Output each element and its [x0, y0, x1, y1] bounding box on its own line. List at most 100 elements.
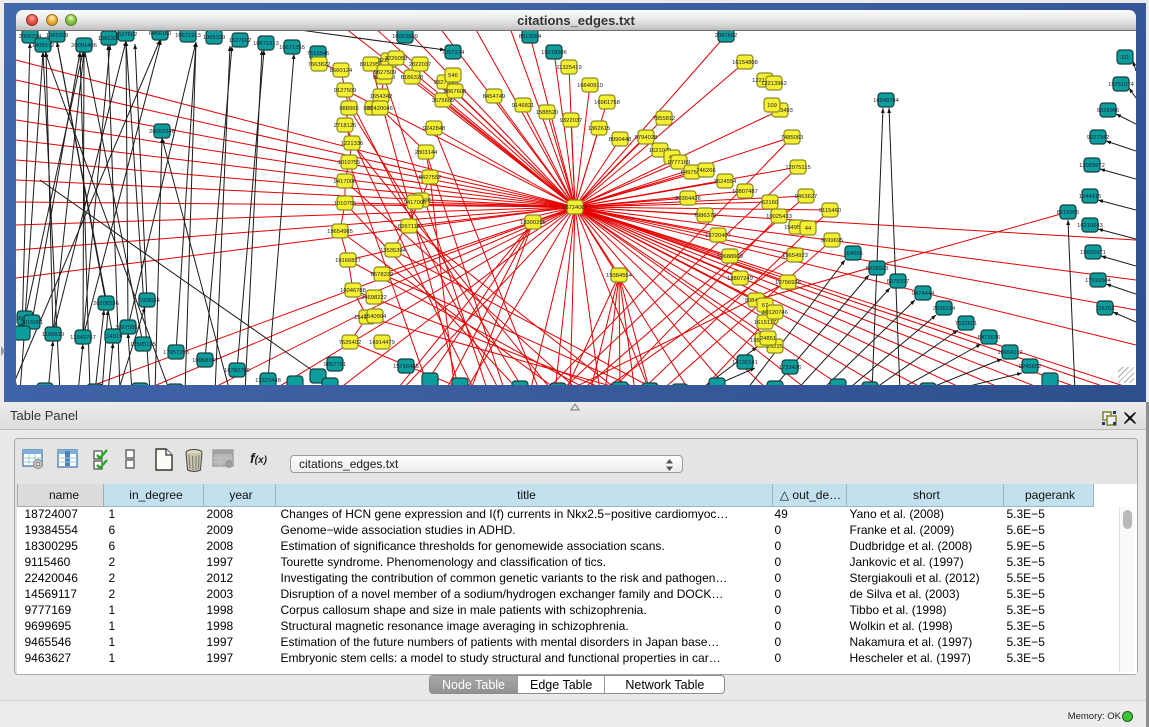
svg-text:12213962: 12213962 — [761, 81, 787, 87]
svg-text:1065329: 1065329 — [203, 35, 226, 41]
svg-text:16640910: 16640910 — [577, 83, 603, 89]
svg-text:1010755: 1010755 — [338, 160, 361, 166]
svg-text:114519: 114519 — [104, 334, 123, 340]
svg-text:12342757: 12342757 — [70, 335, 96, 341]
svg-text:2822037: 2822037 — [409, 62, 432, 68]
svg-text:8471676: 8471676 — [978, 335, 1001, 341]
svg-text:2867608: 2867608 — [444, 89, 467, 95]
svg-text:15716485: 15716485 — [393, 364, 419, 370]
svg-text:9794028: 9794028 — [635, 135, 658, 141]
svg-text:15751074: 15751074 — [1108, 82, 1135, 88]
svg-text:7625402: 7625402 — [339, 340, 362, 346]
svg-text:30975857: 30975857 — [115, 325, 141, 331]
svg-text:1362615: 1362615 — [588, 126, 611, 132]
svg-text:12975115: 12975115 — [785, 165, 810, 171]
svg-text:19384554: 19384554 — [606, 273, 633, 279]
svg-text:12323448: 12323448 — [255, 378, 281, 384]
svg-text:9127509: 9127509 — [334, 88, 357, 94]
svg-text:10025433: 10025433 — [766, 214, 792, 220]
svg-text:9463627: 9463627 — [795, 194, 818, 200]
svg-text:1156819: 1156819 — [42, 332, 64, 338]
svg-text:1733426: 1733426 — [779, 365, 802, 371]
svg-text:7663822: 7663822 — [308, 62, 331, 68]
svg-text:9146821: 9146821 — [512, 103, 535, 109]
svg-text:17359934: 17359934 — [134, 298, 161, 304]
svg-text:16648784: 16648784 — [873, 98, 900, 104]
svg-text:10756928: 10756928 — [775, 280, 801, 286]
svg-text:16046788: 16046788 — [340, 288, 366, 294]
svg-text:116753: 116753 — [1096, 306, 1115, 312]
svg-text:16210643: 16210643 — [1077, 223, 1103, 229]
svg-text:8990448: 8990448 — [609, 137, 632, 143]
svg-text:11325419: 11325419 — [556, 65, 581, 71]
svg-text:19654923: 19654923 — [782, 253, 808, 259]
svg-text:22420046: 22420046 — [367, 106, 393, 112]
svg-text:1244415: 1244415 — [1079, 194, 1102, 200]
svg-text:9417006: 9417006 — [334, 179, 357, 185]
svg-text:18724007: 18724007 — [562, 205, 588, 211]
svg-text:746266: 746266 — [696, 168, 715, 174]
svg-text:14136141: 14136141 — [732, 360, 758, 366]
svg-text:10958107: 10958107 — [192, 358, 218, 364]
svg-text:20091406: 20091406 — [71, 43, 97, 49]
svg-text:20206536: 20206536 — [93, 301, 119, 307]
svg-text:8678332: 8678332 — [371, 272, 394, 278]
svg-text:9245652: 9245652 — [1019, 364, 1042, 370]
svg-text:9417006: 9417006 — [404, 200, 427, 206]
svg-text:1527602: 1527602 — [229, 38, 252, 44]
svg-text:1527602: 1527602 — [115, 32, 138, 38]
svg-text:9227342: 9227342 — [1087, 135, 1110, 141]
svg-text:8454749: 8454749 — [483, 94, 506, 100]
svg-text:17016504: 17016504 — [1085, 278, 1112, 284]
svg-text:7955812: 7955812 — [653, 116, 676, 122]
svg-text:7986372: 7986372 — [694, 213, 717, 219]
svg-text:20364436: 20364436 — [675, 196, 701, 202]
svg-text:24851: 24851 — [760, 336, 776, 342]
svg-text:164095: 164095 — [843, 251, 862, 257]
svg-text:6466160: 6466160 — [149, 31, 172, 37]
svg-text:10688609: 10688609 — [717, 254, 743, 260]
svg-text:19218506: 19218506 — [541, 50, 567, 56]
svg-text:1615117: 1615117 — [754, 320, 776, 326]
svg-text:2803144: 2803144 — [415, 150, 438, 156]
svg-text:12505135: 12505135 — [130, 342, 156, 348]
svg-text:9827509: 9827509 — [374, 70, 397, 76]
svg-text:988965: 988965 — [339, 106, 358, 112]
svg-text:16961758: 16961758 — [594, 100, 620, 106]
svg-text:16154808: 16154808 — [732, 60, 758, 66]
svg-text:7632621: 7632621 — [955, 321, 978, 327]
svg-text:1065329: 1065329 — [46, 33, 69, 39]
svg-text:1405572: 1405572 — [32, 43, 55, 49]
svg-text:1010755: 1010755 — [334, 201, 357, 207]
svg-text:7357224: 7357224 — [442, 50, 465, 56]
svg-text:13535394: 13535394 — [380, 248, 407, 254]
svg-text:10654112: 10654112 — [997, 350, 1022, 356]
svg-text:1540994: 1540994 — [364, 314, 387, 320]
svg-text:546: 546 — [448, 73, 458, 79]
svg-text:2718126: 2718126 — [334, 123, 357, 129]
svg-text:10807487: 10807487 — [732, 189, 758, 195]
svg-text:9699695: 9699695 — [821, 238, 844, 244]
svg-text:44: 44 — [805, 226, 812, 232]
svg-text:8186328: 8186328 — [401, 75, 424, 81]
svg-text:16914479: 16914479 — [369, 340, 395, 346]
svg-text:9329966: 9329966 — [1097, 108, 1120, 114]
svg-text:3624554: 3624554 — [714, 179, 737, 185]
svg-text:8215955: 8215955 — [1057, 210, 1080, 216]
svg-text:109: 109 — [767, 103, 777, 109]
svg-text:62160: 62160 — [762, 200, 778, 206]
svg-text:8267110: 8267110 — [398, 224, 420, 230]
svg-text:15720407: 15720407 — [705, 233, 731, 239]
svg-text:9115460: 9115460 — [819, 208, 841, 214]
svg-text:8427552: 8427552 — [419, 175, 442, 181]
svg-text:9242848: 9242848 — [423, 126, 446, 132]
svg-text:2087682: 2087682 — [715, 33, 738, 39]
svg-text:18807249: 18807249 — [727, 276, 753, 282]
svg-text:10671913: 10671913 — [175, 33, 201, 39]
svg-text:12093872: 12093872 — [1079, 163, 1105, 169]
svg-text:111: 111 — [1121, 55, 1130, 61]
svg-text:2935114: 2935114 — [933, 306, 956, 312]
svg-text:1654342: 1654342 — [370, 94, 393, 100]
svg-text:16782759: 16782759 — [224, 368, 250, 374]
svg-text:9857791: 9857791 — [324, 362, 347, 368]
